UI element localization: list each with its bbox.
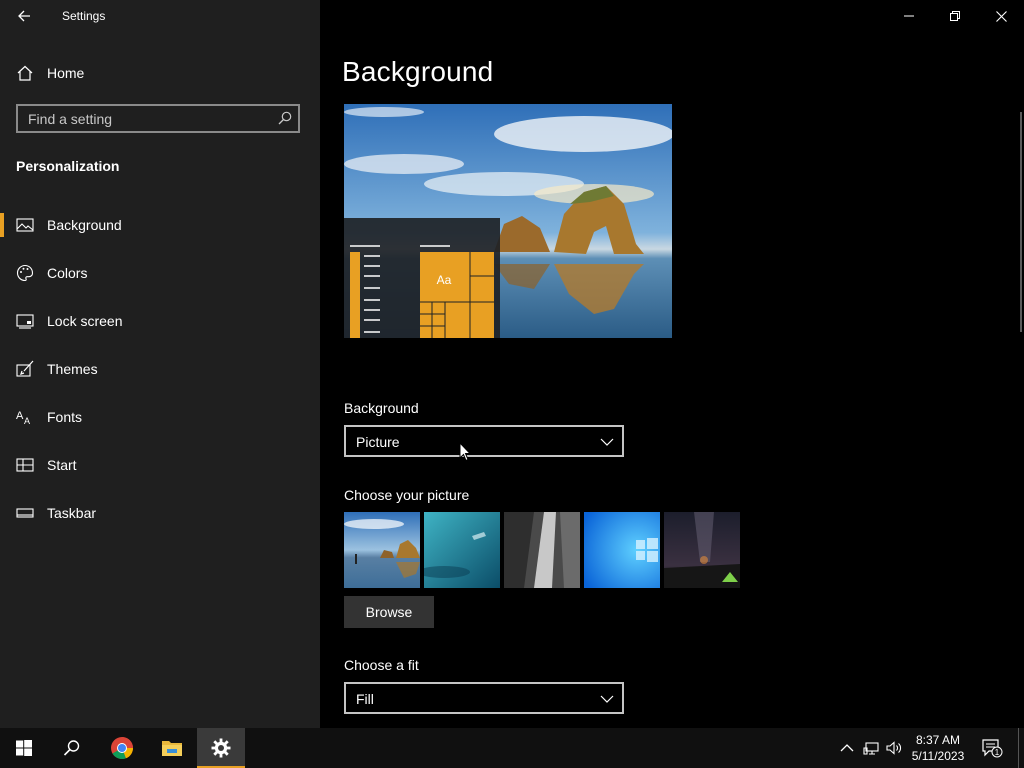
- underwater-thumbnail-image: [424, 512, 500, 588]
- picture-thumbnail[interactable]: [504, 512, 580, 588]
- page-title: Background: [342, 56, 494, 87]
- preview-wallpaper: Aa: [344, 104, 672, 338]
- home-icon: [17, 65, 33, 81]
- fonts-icon: AA: [16, 410, 30, 426]
- volume-icon[interactable]: [886, 740, 902, 756]
- chevron-down-icon: [600, 695, 614, 703]
- svg-text:A: A: [16, 410, 24, 422]
- sidebar-item-fonts[interactable]: AA Fonts: [0, 397, 320, 437]
- mouse-pointer-icon: [459, 442, 471, 462]
- sidebar-item-background[interactable]: Background: [0, 205, 320, 245]
- action-center-button[interactable]: 1: [970, 728, 1014, 768]
- picture-icon: [16, 218, 34, 232]
- restore-icon: [950, 11, 960, 21]
- notification-count: 1: [995, 748, 1000, 757]
- notification-icon: 1: [982, 739, 1003, 758]
- clock-date: 5/11/2023: [911, 749, 965, 763]
- chevron-down-icon: [600, 438, 614, 446]
- start-grid-icon: [16, 458, 34, 472]
- clock-time: 8:37 AM: [915, 733, 961, 747]
- chrome-icon: [111, 737, 134, 760]
- close-button[interactable]: [978, 0, 1024, 32]
- show-desktop-button[interactable]: [1018, 728, 1019, 768]
- settings-gear-icon: [211, 738, 231, 758]
- picture-thumbnail[interactable]: [344, 512, 420, 588]
- sidebar-item-label: Lock screen: [47, 313, 123, 329]
- selection-indicator: [0, 213, 4, 237]
- taskbar-clock[interactable]: 8:37 AM 5/11/2023: [905, 732, 971, 764]
- choose-fit-label: Choose a fit: [344, 657, 419, 673]
- background-type-dropdown[interactable]: Picture: [344, 425, 624, 457]
- taskbar: 8:37 AM 5/11/2023 1: [0, 728, 1024, 768]
- taskbar-settings-button[interactable]: [197, 728, 245, 768]
- waterfall-thumbnail-image: [504, 512, 580, 588]
- background-type-label: Background: [344, 400, 419, 416]
- chevron-up-icon[interactable]: [839, 740, 855, 756]
- palette-icon: [17, 264, 34, 282]
- beach-rock-thumbnail-image: [344, 512, 420, 588]
- background-preview: Aa: [344, 104, 672, 338]
- picture-thumbnail[interactable]: [664, 512, 740, 588]
- sidebar-item-lock-screen[interactable]: Lock screen: [0, 301, 320, 341]
- windows-start-icon: [16, 740, 32, 756]
- home-label: Home: [47, 65, 85, 81]
- sidebar-item-label: Taskbar: [47, 505, 97, 521]
- main-content: Background Aa Background Picture Choose …: [320, 0, 1024, 728]
- network-icon[interactable]: [863, 740, 879, 756]
- taskbar-search-button[interactable]: [48, 728, 96, 768]
- scrollbar[interactable]: [1020, 112, 1022, 332]
- settings-sidebar: Settings Home Personalization Background…: [0, 0, 320, 728]
- svg-text:A: A: [24, 416, 30, 426]
- search-box[interactable]: [16, 104, 300, 133]
- sidebar-item-taskbar[interactable]: Taskbar: [0, 493, 320, 533]
- file-explorer-icon: [162, 741, 182, 756]
- restore-button[interactable]: [932, 0, 978, 32]
- sidebar-item-label: Themes: [47, 361, 98, 377]
- sidebar-item-label: Background: [47, 217, 122, 233]
- sidebar-item-label: Colors: [47, 265, 88, 281]
- sidebar-item-label: Fonts: [47, 409, 83, 425]
- picture-thumbnail[interactable]: [584, 512, 660, 588]
- search-icon[interactable]: [278, 111, 292, 125]
- app-title: Settings: [62, 9, 106, 23]
- close-icon: [995, 10, 1007, 22]
- section-title: Personalization: [16, 158, 120, 174]
- choose-picture-label: Choose your picture: [344, 487, 470, 503]
- search-icon: [63, 740, 80, 756]
- dropdown-value: Picture: [356, 434, 400, 450]
- search-input[interactable]: [18, 106, 268, 131]
- browse-button[interactable]: Browse: [344, 596, 434, 628]
- choose-fit-dropdown[interactable]: Fill: [344, 682, 624, 714]
- dropdown-value: Fill: [356, 691, 374, 707]
- minimize-button[interactable]: [886, 0, 932, 32]
- sidebar-item-label: Start: [47, 457, 77, 473]
- back-button[interactable]: [8, 4, 40, 28]
- picture-thumbnail[interactable]: [424, 512, 500, 588]
- start-button[interactable]: [0, 728, 48, 768]
- sidebar-item-start[interactable]: Start: [0, 445, 320, 485]
- lock-screen-icon: [16, 314, 34, 329]
- taskbar-chrome-button[interactable]: [98, 728, 146, 768]
- sidebar-item-themes[interactable]: Themes: [0, 349, 320, 389]
- minimize-icon: [904, 15, 914, 17]
- sidebar-item-colors[interactable]: Colors: [0, 253, 320, 293]
- back-arrow-icon: [18, 10, 30, 22]
- night-sky-thumbnail-image: [664, 512, 740, 588]
- title-bar: Settings: [0, 0, 320, 32]
- taskbar-file-explorer-button[interactable]: [148, 728, 196, 768]
- preview-tile-label: Aa: [437, 273, 452, 287]
- windows-logo-thumbnail-image: [584, 512, 660, 588]
- sidebar-item-home[interactable]: Home: [0, 58, 320, 88]
- taskbar-icon: [16, 508, 34, 518]
- themes-brush-icon: [16, 360, 34, 377]
